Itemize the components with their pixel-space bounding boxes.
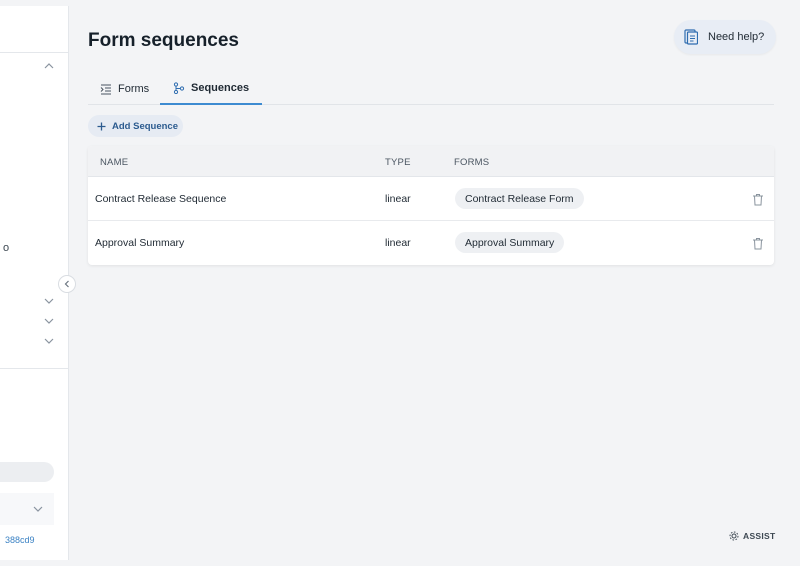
tab-forms-label: Forms [118,82,150,95]
sidebar-divider [0,52,68,53]
assist-label: ASSIST [743,531,776,541]
need-help-label: Need help? [708,31,765,43]
add-sequence-label: Add Sequence [112,120,178,132]
need-help-button[interactable]: Need help? [674,20,776,54]
tab-sequences[interactable]: Sequences [160,72,263,105]
page-title: Form sequences [88,30,239,51]
sequences-table: NAME TYPE FORMS Contract Release Sequenc… [88,146,774,265]
table-header: NAME TYPE FORMS [88,146,774,177]
assist-button[interactable]: ASSIST [729,526,779,546]
tab-forms[interactable]: Forms [88,72,161,105]
collapse-sidebar-button[interactable] [58,275,76,293]
delete-icon[interactable] [752,237,764,250]
tab-bar: Forms Sequences [88,72,774,105]
sequence-tree-icon [173,81,185,94]
sidebar-item-selected[interactable] [0,462,54,482]
sidebar-workspace-selector[interactable] [0,493,54,525]
chevron-up-icon[interactable] [43,60,55,72]
sidebar-divider [0,368,68,369]
gear-icon [729,531,739,541]
chevron-down-icon[interactable] [43,315,55,327]
sequence-type: linear [385,193,411,205]
plus-icon [97,122,106,130]
chevron-down-icon[interactable] [43,295,55,307]
delete-icon[interactable] [752,193,764,206]
table-row[interactable]: Contract Release Sequence linear Contrac… [88,177,774,221]
sequence-type: linear [385,237,411,249]
sidebar-id-link[interactable]: 388cd9 [5,535,35,545]
column-header-type[interactable]: TYPE [385,157,411,168]
forms-list-icon [100,84,111,94]
sequence-name[interactable]: Approval Summary [95,237,184,249]
chevron-left-icon [64,280,69,288]
column-header-name[interactable]: NAME [100,157,128,168]
tab-sequences-label: Sequences [191,81,250,94]
form-chip[interactable]: Approval Summary [455,232,565,253]
sidebar-text-fragment: o [3,242,10,254]
app-frame: o 388cd9 Form sequences Need help? Forms… [0,0,800,566]
sequence-name[interactable]: Contract Release Sequence [95,193,226,205]
help-document-icon [684,29,698,45]
chevron-down-icon[interactable] [32,503,44,515]
form-chip[interactable]: Contract Release Form [455,188,584,209]
table-row[interactable]: Approval Summary linear Approval Summary [88,221,774,265]
column-header-forms[interactable]: FORMS [454,157,489,168]
add-sequence-button[interactable]: Add Sequence [88,115,183,137]
chevron-down-icon[interactable] [43,335,55,347]
